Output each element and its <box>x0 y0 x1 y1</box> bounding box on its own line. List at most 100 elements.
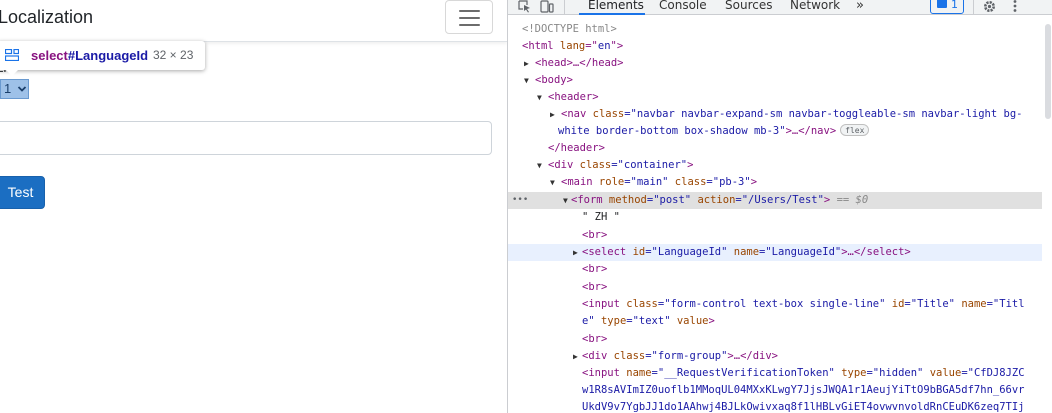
dom-node-div-container[interactable]: ▼ <div class="container"> <box>508 157 1042 174</box>
attr-name: id <box>885 298 905 310</box>
expand-arrow-icon[interactable]: ▶ <box>550 106 555 123</box>
tag-close: > <box>708 315 715 327</box>
dom-node-nav[interactable]: ▶ <nav class="navbar navbar-expand-sm na… <box>508 106 1042 123</box>
tag-name: <form <box>571 194 603 206</box>
device-toolbar-icon[interactable] <box>540 0 554 13</box>
tag-name: <select <box>582 246 627 258</box>
tag-name: <header> <box>548 91 599 103</box>
attr-name: action <box>691 194 736 206</box>
tooltip-tag: select <box>31 48 68 63</box>
title-input[interactable] <box>0 121 492 155</box>
attr-value: e" <box>582 315 595 327</box>
scrollbar-thumb[interactable] <box>1045 24 1051 119</box>
attr-value: UkdV9v7YgbJJ1do1AAhwj4BJLkOwivxaq8f1lHBL… <box>582 401 1025 413</box>
tag-name: <body> <box>535 74 573 86</box>
dom-node-nav-cont[interactable]: white border-bottom box-shadow mb-3">…</… <box>508 123 1042 140</box>
dom-node-input-title[interactable]: <input class="form-control text-box sing… <box>508 296 1042 313</box>
dom-node-text[interactable]: " ZH " <box>508 209 1042 226</box>
expand-arrow-icon[interactable]: ▶ <box>573 348 578 365</box>
attr-value: ="Title" <box>904 298 955 310</box>
inspected-page: Localization select#LanguageId 32 × 23 Z… <box>0 0 507 413</box>
attr-value: ="LanguageId" <box>759 246 842 258</box>
tag-name: <head>…</head> <box>535 57 624 69</box>
dom-node-doctype[interactable]: <!DOCTYPE html> <box>508 21 1042 38</box>
more-tabs-icon[interactable]: » <box>856 0 864 13</box>
attr-name: class <box>619 298 658 310</box>
tag-name: <input <box>582 367 620 379</box>
attr-name: value <box>923 367 962 379</box>
collapse-arrow-icon[interactable]: ▼ <box>537 157 542 174</box>
message-icon <box>937 0 947 8</box>
devtools-toolbar: Elements Console Sources Network » 1 <box>508 0 1052 15</box>
tag-close: >…</select> <box>841 246 911 258</box>
dom-node-br[interactable]: <br> <box>508 227 1042 244</box>
attr-value: ="pb-3" <box>706 176 751 188</box>
issues-badge[interactable]: 1 <box>930 0 964 14</box>
attr-value: ="text" <box>626 315 671 327</box>
more-options-icon[interactable] <box>1012 0 1018 14</box>
attr-value: en <box>597 40 611 52</box>
dom-node-input-token[interactable]: <input name="__RequestVerificationToken"… <box>508 365 1042 382</box>
attr-value: white border-bottom box-shadow mb-3" <box>558 125 786 137</box>
gear-icon[interactable] <box>982 0 997 14</box>
tag-close: > <box>687 159 694 171</box>
navbar-toggler-button[interactable] <box>445 0 493 34</box>
tag-name: <div <box>548 159 574 171</box>
dom-node-br[interactable]: <br> <box>508 261 1042 278</box>
tag-punct: =" <box>585 40 598 52</box>
tag-name: <br> <box>582 229 608 241</box>
expand-arrow-icon[interactable]: ▶ <box>524 55 529 72</box>
test-button[interactable]: Test <box>0 176 45 209</box>
toolbar-separator <box>973 0 974 14</box>
attr-value: ="Titl <box>986 298 1025 310</box>
dom-node-input-token-cont[interactable]: w1R8sAVImIZ0uoflb1MMoqUL04MXxKLwgY7JjsJW… <box>508 382 1042 399</box>
tag-name: <main <box>561 176 593 188</box>
node-actions-icon[interactable]: ••• <box>512 192 528 209</box>
issues-count: 1 <box>951 0 958 11</box>
tooltip-selector: select#LanguageId <box>31 48 148 63</box>
tag-close: "> <box>610 40 624 52</box>
inspect-element-icon[interactable] <box>518 0 532 13</box>
dom-node-div-form-group[interactable]: ▶ <div class="form-group">…</div> <box>508 348 1042 365</box>
dom-node-body[interactable]: ▼ <body> <box>508 72 1042 89</box>
dom-node-br[interactable]: <br> <box>508 331 1042 348</box>
tag-name: <html <box>522 40 554 52</box>
collapse-arrow-icon[interactable]: ▼ <box>563 192 568 209</box>
collapse-arrow-icon[interactable]: ▼ <box>537 89 542 106</box>
dom-node-select[interactable]: ▶ <select id="LanguageId" name="Language… <box>508 244 1042 261</box>
dom-node-header[interactable]: ▼ <header> <box>508 89 1042 106</box>
dom-node-input-title-cont[interactable]: e" type="text" value> <box>508 313 1042 330</box>
attr-name: method <box>602 194 647 206</box>
dom-node-form[interactable]: ••• ▼ <form method="post" action="/Users… <box>508 192 1042 209</box>
tag-name: <br> <box>582 333 608 345</box>
expand-arrow-icon[interactable]: ▶ <box>573 244 578 261</box>
attr-name: type <box>834 367 867 379</box>
attr-value: ="__RequestVerificationToken" <box>651 367 835 379</box>
text-node: " ZH " <box>582 211 620 223</box>
dom-node-header-close[interactable]: </header> <box>508 140 1042 157</box>
dom-node-head[interactable]: ▶ <head>…</head> <box>508 55 1042 72</box>
tag-name: <br> <box>582 281 608 293</box>
attr-value: ="/Users/Test" <box>735 194 824 206</box>
attr-name: value <box>670 315 709 327</box>
language-select[interactable]: 1 <box>0 79 29 99</box>
toolbar-separator <box>564 0 565 14</box>
dom-node-br[interactable]: <br> <box>508 279 1042 296</box>
attr-value: ="hidden" <box>866 367 924 379</box>
tab-sources[interactable]: Sources <box>725 0 772 12</box>
dom-node-main[interactable]: ▼ <main role="main" class="pb-3"> <box>508 174 1042 191</box>
navbar-brand[interactable]: Localization <box>0 7 93 28</box>
collapse-arrow-icon[interactable]: ▼ <box>524 72 529 89</box>
tab-network[interactable]: Network <box>790 0 840 12</box>
hamburger-icon <box>459 24 480 26</box>
tooltip-size: 32 × 23 <box>153 48 194 62</box>
attr-name: name <box>727 246 760 258</box>
attr-value: ="form-control text-box single-line" <box>657 298 886 310</box>
dom-node-html[interactable]: <html lang="en"> <box>508 38 1042 55</box>
dom-node-input-token-cont[interactable]: UkdV9v7YgbJJ1do1AAhwj4BJLkOwivxaq8f1lHBL… <box>508 399 1042 413</box>
tab-console[interactable]: Console <box>659 0 707 12</box>
flex-badge[interactable]: flex <box>840 124 870 136</box>
tab-elements[interactable]: Elements <box>588 0 644 12</box>
attr-value: ="navbar navbar-expand-sm navbar-togglea… <box>624 108 1023 120</box>
collapse-arrow-icon[interactable]: ▼ <box>550 174 555 191</box>
